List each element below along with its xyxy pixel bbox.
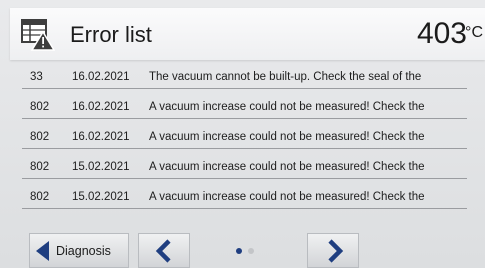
error-message: A vacuum increase could not be measured!… <box>149 131 425 143</box>
error-code: 802 <box>30 191 50 203</box>
row-divider <box>22 208 467 209</box>
error-code: 802 <box>30 131 50 143</box>
error-message: The vacuum cannot be built-up. Check the… <box>149 71 422 83</box>
error-date: 16.02.2021 <box>72 101 130 113</box>
error-message: A vacuum increase could not be measured!… <box>149 191 425 203</box>
error-message: A vacuum increase could not be measured!… <box>149 161 425 173</box>
error-code: 802 <box>30 101 50 113</box>
row-divider <box>22 178 467 179</box>
error-code: 802 <box>30 161 50 173</box>
screen: Error list 403 °C 33 16.02.2021 The vacu… <box>0 0 485 268</box>
error-code: 33 <box>30 71 43 83</box>
row-divider <box>22 148 467 149</box>
row-divider <box>22 118 467 119</box>
error-message: A vacuum increase could not be measured!… <box>149 101 425 113</box>
temperature-value: 403 <box>416 17 467 50</box>
error-row[interactable]: 802 15.02.2021 A vacuum increase could n… <box>10 152 485 182</box>
error-row[interactable]: 802 16.02.2021 A vacuum increase could n… <box>10 92 485 122</box>
error-row[interactable]: 802 15.02.2021 A vacuum increase could n… <box>10 182 485 212</box>
footer-bar: Diagnosis <box>0 226 485 268</box>
error-date: 15.02.2021 <box>72 191 130 203</box>
page-title: Error list <box>70 22 152 47</box>
next-page-button[interactable] <box>307 233 359 268</box>
page-dot <box>248 248 254 254</box>
page-dot-active <box>236 248 242 254</box>
chevron-right-icon <box>328 239 344 263</box>
error-row[interactable]: 802 16.02.2021 A vacuum increase could n… <box>10 122 485 152</box>
temperature-unit: °C <box>465 24 483 41</box>
error-row[interactable]: 33 16.02.2021 The vacuum cannot be built… <box>10 62 485 92</box>
diagnosis-button[interactable]: Diagnosis <box>29 233 129 268</box>
diagnosis-label: Diagnosis <box>56 244 111 258</box>
previous-page-button[interactable] <box>138 233 190 268</box>
row-divider <box>22 88 467 89</box>
error-list-icon <box>21 19 55 51</box>
header-bar: Error list 403 °C <box>10 8 485 60</box>
error-date: 15.02.2021 <box>72 161 130 173</box>
triangle-left-icon <box>36 241 49 261</box>
error-date: 16.02.2021 <box>72 131 130 143</box>
chevron-left-icon <box>155 239 171 263</box>
error-list: 33 16.02.2021 The vacuum cannot be built… <box>10 62 485 212</box>
error-date: 16.02.2021 <box>72 71 130 83</box>
